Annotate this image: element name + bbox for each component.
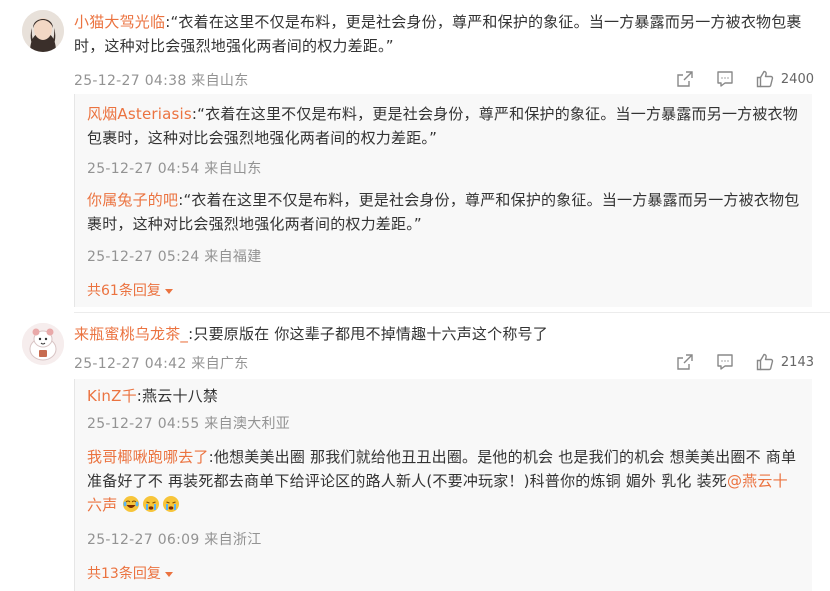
avatar[interactable]	[22, 10, 64, 52]
comment-username[interactable]: 小猫大驾光临	[74, 13, 165, 31]
comment-meta: 25-12-27 04:38 来自山东	[74, 73, 249, 89]
comment-username[interactable]: 来瓶蜜桃乌龙茶_	[74, 325, 188, 343]
comment-item: 小猫大驾光临:“衣着在这里不仅是布料，更是社会身份，尊严和保护的象征。当一方暴露…	[0, 0, 830, 307]
reply-text: 你属兔子的吧:“衣着在这里不仅是布料，更是社会身份，尊严和保护的象征。当一方暴露…	[87, 188, 802, 236]
more-replies-label: 共13条回复	[87, 566, 161, 582]
caret-down-icon	[164, 288, 173, 294]
comment-actions: 2143	[655, 351, 814, 373]
reply-text: KinZ千:燕云十八禁	[87, 384, 802, 408]
more-replies-link[interactable]: 共61条回复	[87, 280, 173, 300]
more-replies-link[interactable]: 共13条回复	[87, 563, 173, 583]
reply-meta: 25-12-27 05:24 来自福建	[87, 249, 262, 265]
more-replies-label: 共61条回复	[87, 283, 161, 299]
reply-text: 我哥椰啾跑哪去了:他想美美出圈 那我们就给他丑丑出圈。是他的机会 也是我们的机会…	[87, 445, 802, 517]
comment-body: :“衣着在这里不仅是布料，更是社会身份，尊严和保护的象征。当一方暴露而另一方被衣…	[74, 13, 802, 55]
reply-meta: 25-12-27 04:54 来自山东	[87, 161, 262, 177]
reply-meta: 25-12-27 04:55 来自澳大利亚	[87, 416, 291, 432]
cry-emoji	[142, 495, 160, 513]
reply-meta: 25-12-27 06:09 来自浙江	[87, 532, 262, 548]
reply-box: KinZ千:燕云十八禁 25-12-27 04:55 来自澳大利亚 我哥椰啾跑哪…	[74, 379, 812, 591]
comment-actions: 2400	[655, 68, 814, 90]
reply-username[interactable]: KinZ千	[87, 387, 137, 405]
comment-icon[interactable]	[715, 69, 735, 89]
comment-text: 小猫大驾光临:“衣着在这里不仅是布料，更是社会身份，尊严和保护的象征。当一方暴露…	[74, 10, 810, 58]
like-count: 2143	[780, 354, 814, 370]
reply-body: :“衣着在这里不仅是布料，更是社会身份，尊严和保护的象征。当一方暴露而另一方被衣…	[87, 105, 798, 147]
thumb-up-icon[interactable]	[755, 352, 775, 372]
comment-text: 来瓶蜜桃乌龙茶_:只要原版在 你这辈子都甩不掉情趣十六声这个称号了	[74, 322, 810, 346]
reply-username[interactable]: 你属兔子的吧	[87, 191, 178, 209]
reply-body: :燕云十八禁	[136, 387, 219, 405]
avatar[interactable]	[22, 323, 64, 365]
comment-icon[interactable]	[715, 352, 735, 372]
reply-box: 风烟Asteriasis:“衣着在这里不仅是布料，更是社会身份，尊严和保护的象征…	[74, 94, 812, 307]
share-icon[interactable]	[675, 352, 695, 372]
like-count: 2400	[780, 71, 814, 87]
reply-text: 风烟Asteriasis:“衣着在这里不仅是布料，更是社会身份，尊严和保护的象征…	[87, 102, 802, 150]
reply-username[interactable]: 风烟Asteriasis	[87, 105, 192, 123]
comment-item: 来瓶蜜桃乌龙茶_:只要原版在 你这辈子都甩不掉情趣十六声这个称号了 25-12-…	[0, 313, 830, 591]
cry-emoji	[162, 495, 180, 513]
share-icon[interactable]	[675, 69, 695, 89]
laugh-cry-emoji	[122, 495, 140, 513]
reply-body: :“衣着在这里不仅是布料，更是社会身份，尊严和保护的象征。当一方暴露而另一方被衣…	[87, 191, 800, 233]
thumb-up-icon[interactable]	[755, 69, 775, 89]
caret-down-icon	[164, 571, 173, 577]
comment-meta: 25-12-27 04:42 来自广东	[74, 356, 249, 372]
comment-body: :只要原版在 你这辈子都甩不掉情趣十六声这个称号了	[188, 325, 548, 343]
reply-username[interactable]: 我哥椰啾跑哪去了	[87, 448, 209, 466]
